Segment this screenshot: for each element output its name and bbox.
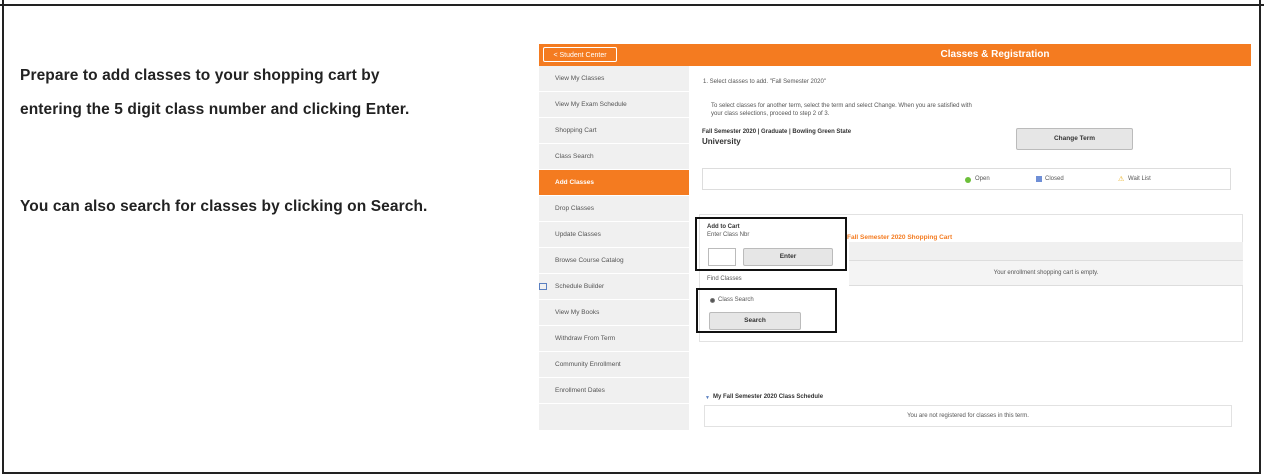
cart-empty-message: Your enrollment shopping cart is empty.	[993, 270, 1099, 276]
main-content: 1. Select classes to add. "Fall Semester…	[689, 66, 1251, 430]
page-title: Classes & Registration	[940, 49, 1050, 60]
sidebar-item-update-classes[interactable]: Update Classes	[539, 222, 689, 248]
instruction-line-1: Prepare to add classes to your shopping …	[20, 67, 380, 84]
class-schedule-title[interactable]: My Fall Semester 2020 Class Schedule	[713, 394, 823, 400]
sidebar-item-browse-course-catalog[interactable]: Browse Course Catalog	[539, 248, 689, 274]
sidebar-item-view-my-books[interactable]: View My Books	[539, 300, 689, 326]
sidebar-item-view-my-exam-schedule[interactable]: View My Exam Schedule	[539, 92, 689, 118]
enter-button[interactable]: Enter	[743, 248, 833, 266]
class-schedule-box: You are not registered for classes in th…	[704, 405, 1232, 427]
open-status-icon	[965, 177, 971, 183]
collapse-triangle-icon[interactable]: ▼	[705, 395, 710, 401]
search-button[interactable]: Search	[709, 312, 801, 330]
step-instruction: 1. Select classes to add. "Fall Semester…	[703, 79, 826, 85]
find-classes-label: Find Classes	[707, 276, 742, 282]
sidebar-item-label: Schedule Builder	[555, 283, 605, 290]
sidebar-item-withdraw-from-term[interactable]: Withdraw From Term	[539, 326, 689, 352]
sidebar-item-drop-classes[interactable]: Drop Classes	[539, 196, 689, 222]
registration-screenshot: < Student Center Classes & Registration …	[539, 44, 1252, 430]
enter-class-nbr-label: Enter Class Nbr	[707, 232, 750, 238]
status-legend: Open Closed ⚠ Wait List	[702, 168, 1231, 190]
sidebar-item-shopping-cart[interactable]: Shopping Cart	[539, 118, 689, 144]
class-search-radio-label: Class Search	[718, 297, 754, 303]
student-center-back-button[interactable]: < Student Center	[543, 47, 617, 62]
change-term-button[interactable]: Change Term	[1016, 128, 1133, 150]
class-search-radio[interactable]	[710, 298, 715, 303]
legend-open: Open	[975, 176, 990, 182]
help-text-line-2: your class selections, proceed to step 2…	[711, 111, 830, 117]
help-text-line-1: To select classes for another term, sele…	[711, 103, 972, 109]
cart-empty-row: Your enrollment shopping cart is empty.	[849, 260, 1243, 286]
legend-closed: Closed	[1045, 176, 1064, 182]
sidebar-item-schedule-builder[interactable]: Schedule Builder	[539, 274, 689, 300]
header-bar: < Student Center Classes & Registration	[539, 44, 1251, 66]
legend-wait-list: Wait List	[1128, 176, 1151, 182]
sidebar-item-class-search[interactable]: Class Search	[539, 144, 689, 170]
sidebar-item-add-classes[interactable]: Add Classes	[539, 170, 689, 196]
sidebar-item-view-my-classes[interactable]: View My Classes	[539, 66, 689, 92]
shopping-cart-title: Fall Semester 2020 Shopping Cart	[847, 234, 953, 241]
term-info-line-2: University	[702, 137, 741, 146]
closed-status-icon	[1036, 176, 1042, 182]
schedule-empty-message: You are not registered for classes in th…	[907, 413, 1029, 419]
class-number-input[interactable]	[708, 248, 736, 266]
term-info: Fall Semester 2020 | Graduate | Bowling …	[702, 129, 852, 135]
instruction-line-3: You can also search for classes by click…	[20, 198, 428, 215]
instruction-line-2: entering the 5 digit class number and cl…	[20, 101, 410, 118]
add-to-cart-label: Add to Cart	[707, 224, 740, 230]
schedule-builder-icon	[539, 283, 547, 290]
sidebar-item-community-enrollment[interactable]: Community Enrollment	[539, 352, 689, 378]
sidebar-item-enrollment-dates[interactable]: Enrollment Dates	[539, 378, 689, 404]
cart-header-row	[849, 242, 1243, 260]
wait-list-icon: ⚠	[1118, 176, 1125, 183]
sidebar: View My Classes View My Exam Schedule Sh…	[539, 66, 689, 430]
